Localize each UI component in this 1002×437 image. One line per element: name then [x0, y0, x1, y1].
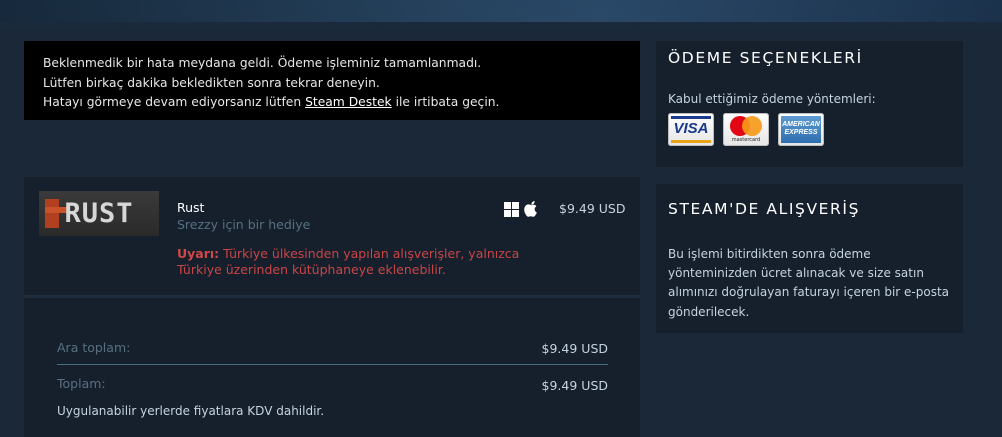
visa-stripe-bottom	[671, 140, 711, 143]
payment-options-panel: ÖDEME SEÇENEKLERİ Kabul ettiğimiz ödeme …	[656, 41, 963, 167]
steam-shopping-text: Bu işlemi bitirdikten sonra ödeme yöntem…	[668, 247, 950, 319]
visa-stripe-top	[671, 116, 711, 119]
total-label: Toplam:	[57, 376, 106, 391]
total-value: $9.49 USD	[541, 378, 608, 393]
region-warning: Uyarı: Türkiye ülkesinden yapılan alışve…	[177, 246, 537, 278]
amex-logo-text: AMERICAN EXPRESS	[782, 121, 820, 136]
warning-text: Türkiye ülkesinden yapılan alışverişler,…	[177, 246, 520, 277]
item-title: Rust	[177, 200, 205, 215]
steam-shopping-title: STEAM'DE ALIŞVERİŞ	[668, 200, 861, 218]
vat-note: Uygulanabilir yerlerde fiyatlara KDV dah…	[57, 404, 325, 418]
steam-support-link[interactable]: Steam Destek	[305, 95, 392, 109]
cart-totals: Ara toplam: $9.49 USD Toplam: $9.49 USD …	[24, 298, 640, 437]
error-message-box: Beklenmedik bir hata meydana geldi. Ödem…	[24, 41, 640, 120]
visa-logo-icon: VISA	[668, 113, 714, 146]
item-gift-note: Srezzy için bir hediye	[177, 217, 311, 232]
error-line-3: Hatayı görmeye devam ediyorsanız lütfen …	[43, 93, 640, 113]
visa-logo-text: VISA	[673, 120, 709, 137]
payment-options-title: ÖDEME SEÇENEKLERİ	[668, 49, 863, 67]
mastercard-yellow-circle	[742, 116, 762, 136]
error-line-1: Beklenmedik bir hata meydana geldi. Ödem…	[43, 56, 482, 70]
top-header-gradient	[0, 0, 1002, 40]
error-line-2: Lütfen birkaç dakika bekledikten sonra t…	[43, 75, 380, 90]
apple-icon	[524, 201, 537, 217]
warning-label: Uyarı:	[177, 246, 220, 261]
totals-separator	[57, 364, 608, 365]
steam-shopping-panel: STEAM'DE ALIŞVERİŞ Bu işlemi bitirdikten…	[656, 184, 963, 333]
mastercard-logo-text: mastercard	[731, 137, 761, 143]
subtotal-value: $9.49 USD	[541, 341, 608, 356]
accepted-methods-label: Kabul ettiğimiz ödeme yöntemleri:	[668, 92, 876, 106]
amex-logo-fill: AMERICAN EXPRESS	[781, 116, 821, 143]
subtotal-label: Ara toplam:	[57, 340, 131, 355]
cart-summary: RUST Rust Srezzy için bir hediye $9.49 U…	[24, 177, 640, 437]
mastercard-logo-icon: mastercard	[723, 113, 769, 146]
error-line-3-start: Hatayı görmeye devam ediyorsanız lütfen	[43, 95, 306, 109]
windows-icon	[504, 202, 519, 217]
cart-item-row: RUST Rust Srezzy için bir hediye $9.49 U…	[24, 177, 640, 295]
amex-logo-icon: AMERICAN EXPRESS	[778, 113, 824, 146]
item-price: $9.49 USD	[559, 201, 626, 216]
game-capsule-image: RUST	[39, 191, 159, 236]
capsule-logo-text: RUST	[64, 198, 134, 229]
error-line-3-end: ile irtibata geçin.	[391, 95, 500, 109]
